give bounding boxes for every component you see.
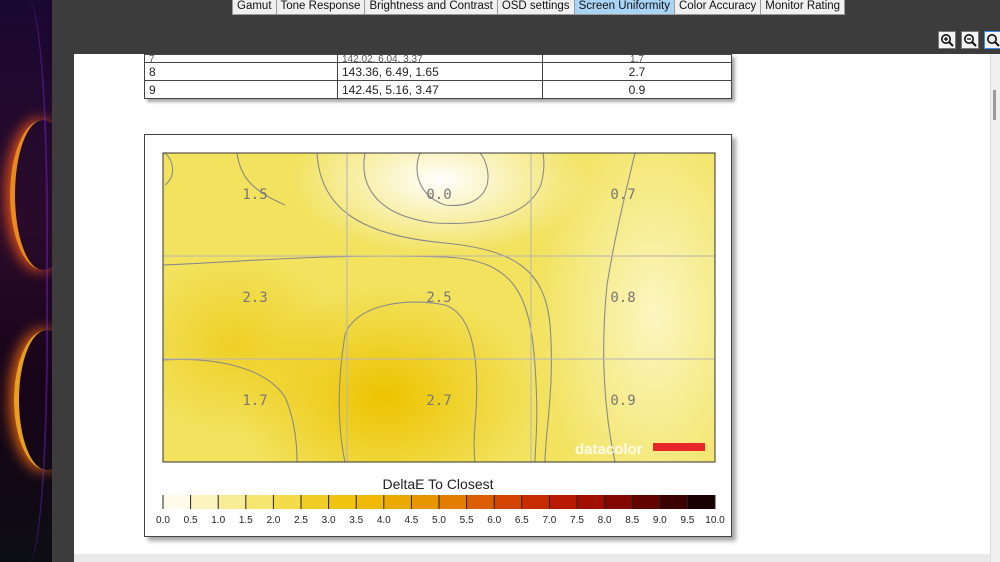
measurement-table: 7 142.02, 6.04, 3.37 1.7 8 143.36, 6.49,… bbox=[144, 54, 732, 99]
colorbar-tick-label: 3.5 bbox=[349, 515, 363, 526]
colorbar-tick-label: 2.0 bbox=[266, 515, 280, 526]
colorbar-tick-label: 5.5 bbox=[460, 515, 474, 526]
colorbar-tick-label: 3.0 bbox=[322, 515, 336, 526]
tab-screen-uniformity[interactable]: Screen Uniformity bbox=[574, 0, 675, 14]
colorbar-tick-label: 9.5 bbox=[680, 515, 694, 526]
colorbar-segment bbox=[301, 495, 330, 509]
table-cell: 7 bbox=[144, 54, 338, 63]
colorbar-segment bbox=[466, 495, 495, 509]
colorbar-segment bbox=[245, 495, 274, 509]
background-photo-strip bbox=[0, 0, 52, 562]
colorbar-tick-label: 0.5 bbox=[184, 515, 198, 526]
colorbar-tick-label: 1.0 bbox=[211, 515, 225, 526]
neon-edge bbox=[0, 0, 48, 562]
colorbar-tick-label: 5.0 bbox=[432, 515, 446, 526]
watermark-text: datacolor bbox=[575, 441, 643, 458]
table-cell: 9 bbox=[144, 80, 338, 99]
table-row: 7 142.02, 6.04, 3.37 1.7 bbox=[144, 54, 732, 63]
cell-value-label: 0.9 bbox=[610, 393, 635, 409]
tab-osd-settings[interactable]: OSD settings bbox=[497, 0, 575, 14]
uniformity-chart: 1.5 0.0 0.7 2.3 2.5 0.8 1.7 2.7 0.9 datacolor De… bbox=[144, 134, 732, 537]
tab-gamut[interactable]: Gamut bbox=[233, 0, 277, 14]
zoom-in-icon[interactable] bbox=[938, 31, 956, 49]
colorbar-segment bbox=[521, 495, 550, 509]
cell-value-label: 2.3 bbox=[242, 290, 267, 306]
colorbar-tick-label: 10.0 bbox=[705, 515, 725, 526]
colorbar-segment bbox=[190, 495, 219, 509]
cell-value-label: 0.7 bbox=[610, 187, 635, 203]
report-tabs: Gamut Tone Response Brightness and Contras… bbox=[232, 0, 846, 15]
colorbar-segment bbox=[273, 495, 302, 509]
zoom-fit-icon[interactable] bbox=[984, 31, 1000, 49]
colorbar-segment bbox=[604, 495, 633, 509]
horizontal-scrollbar[interactable] bbox=[74, 554, 990, 562]
colorbar-segment bbox=[356, 495, 385, 509]
scroll-thumb[interactable] bbox=[993, 90, 996, 120]
colorbar: 0.0 0.5 1.0 1.5 2.0 2.5 3.0 3.5 4.0 4.5 5.0 5.5 6.0 6… bbox=[156, 495, 725, 526]
cell-value-label: 2.7 bbox=[426, 393, 451, 409]
brand-bar bbox=[653, 443, 705, 451]
colorbar-segment bbox=[328, 495, 357, 509]
table-cell: 143.36, 6.49, 1.65 bbox=[337, 62, 543, 81]
zoom-out-icon[interactable] bbox=[961, 31, 979, 49]
table-cell: 2.7 bbox=[542, 62, 732, 81]
table-cell: 1.7 bbox=[542, 54, 732, 63]
cell-value-label: 0.0 bbox=[426, 187, 451, 203]
tab-brightness-and-contrast[interactable]: Brightness and Contrast bbox=[365, 0, 498, 14]
colorbar-segment bbox=[218, 495, 247, 509]
colorbar-tick-label: 0.0 bbox=[156, 515, 170, 526]
tab-color-accuracy[interactable]: Color Accuracy bbox=[674, 0, 762, 14]
table-cell: 142.02, 6.04, 3.37 bbox=[337, 54, 543, 63]
uniformity-heatmap: 1.5 0.0 0.7 2.3 2.5 0.8 1.7 2.7 0.9 datacolor De… bbox=[156, 152, 725, 526]
colorbar-segment bbox=[659, 495, 688, 509]
colorbar-tick-label: 4.5 bbox=[404, 515, 418, 526]
cell-value-label: 1.7 bbox=[242, 393, 267, 409]
colorbar-tick-label: 8.5 bbox=[625, 515, 639, 526]
colorbar-segment bbox=[632, 495, 661, 509]
vertical-scrollbar[interactable] bbox=[990, 54, 1000, 562]
cell-value-label: 2.5 bbox=[426, 290, 451, 306]
tab-monitor-rating[interactable]: Monitor Rating bbox=[761, 0, 845, 14]
colorbar-tick-label: 8.0 bbox=[598, 515, 612, 526]
cell-value-label: 0.8 bbox=[610, 290, 635, 306]
colorbar-title: DeltaE To Closest bbox=[382, 476, 493, 492]
table-row: 8 143.36, 6.49, 1.65 2.7 bbox=[144, 62, 732, 81]
table-cell: 8 bbox=[144, 62, 338, 81]
colorbar-segment bbox=[383, 495, 412, 509]
colorbar-tick-label: 6.5 bbox=[515, 515, 529, 526]
colorbar-segment bbox=[687, 495, 716, 509]
colorbar-tick-label: 1.5 bbox=[239, 515, 253, 526]
colorbar-segment bbox=[163, 495, 192, 509]
colorbar-tick-label: 6.0 bbox=[487, 515, 501, 526]
colorbar-tick-label: 7.5 bbox=[570, 515, 584, 526]
colorbar-segment bbox=[577, 495, 606, 509]
colorbar-tick-label: 2.5 bbox=[294, 515, 308, 526]
tab-tone-response[interactable]: Tone Response bbox=[276, 0, 366, 14]
cell-value-label: 1.5 bbox=[242, 187, 267, 203]
table-cell: 0.9 bbox=[542, 80, 732, 99]
table-row: 9 142.45, 5.16, 3.47 0.9 bbox=[144, 80, 732, 99]
colorbar-segment bbox=[411, 495, 440, 509]
table-cell: 142.45, 5.16, 3.47 bbox=[337, 80, 543, 99]
colorbar-segment bbox=[549, 495, 578, 509]
colorbar-tick-label: 9.0 bbox=[653, 515, 667, 526]
colorbar-segment bbox=[494, 495, 523, 509]
colorbar-segment bbox=[439, 495, 468, 509]
colorbar-tick-label: 4.0 bbox=[377, 515, 391, 526]
colorbar-tick-label: 7.0 bbox=[542, 515, 556, 526]
